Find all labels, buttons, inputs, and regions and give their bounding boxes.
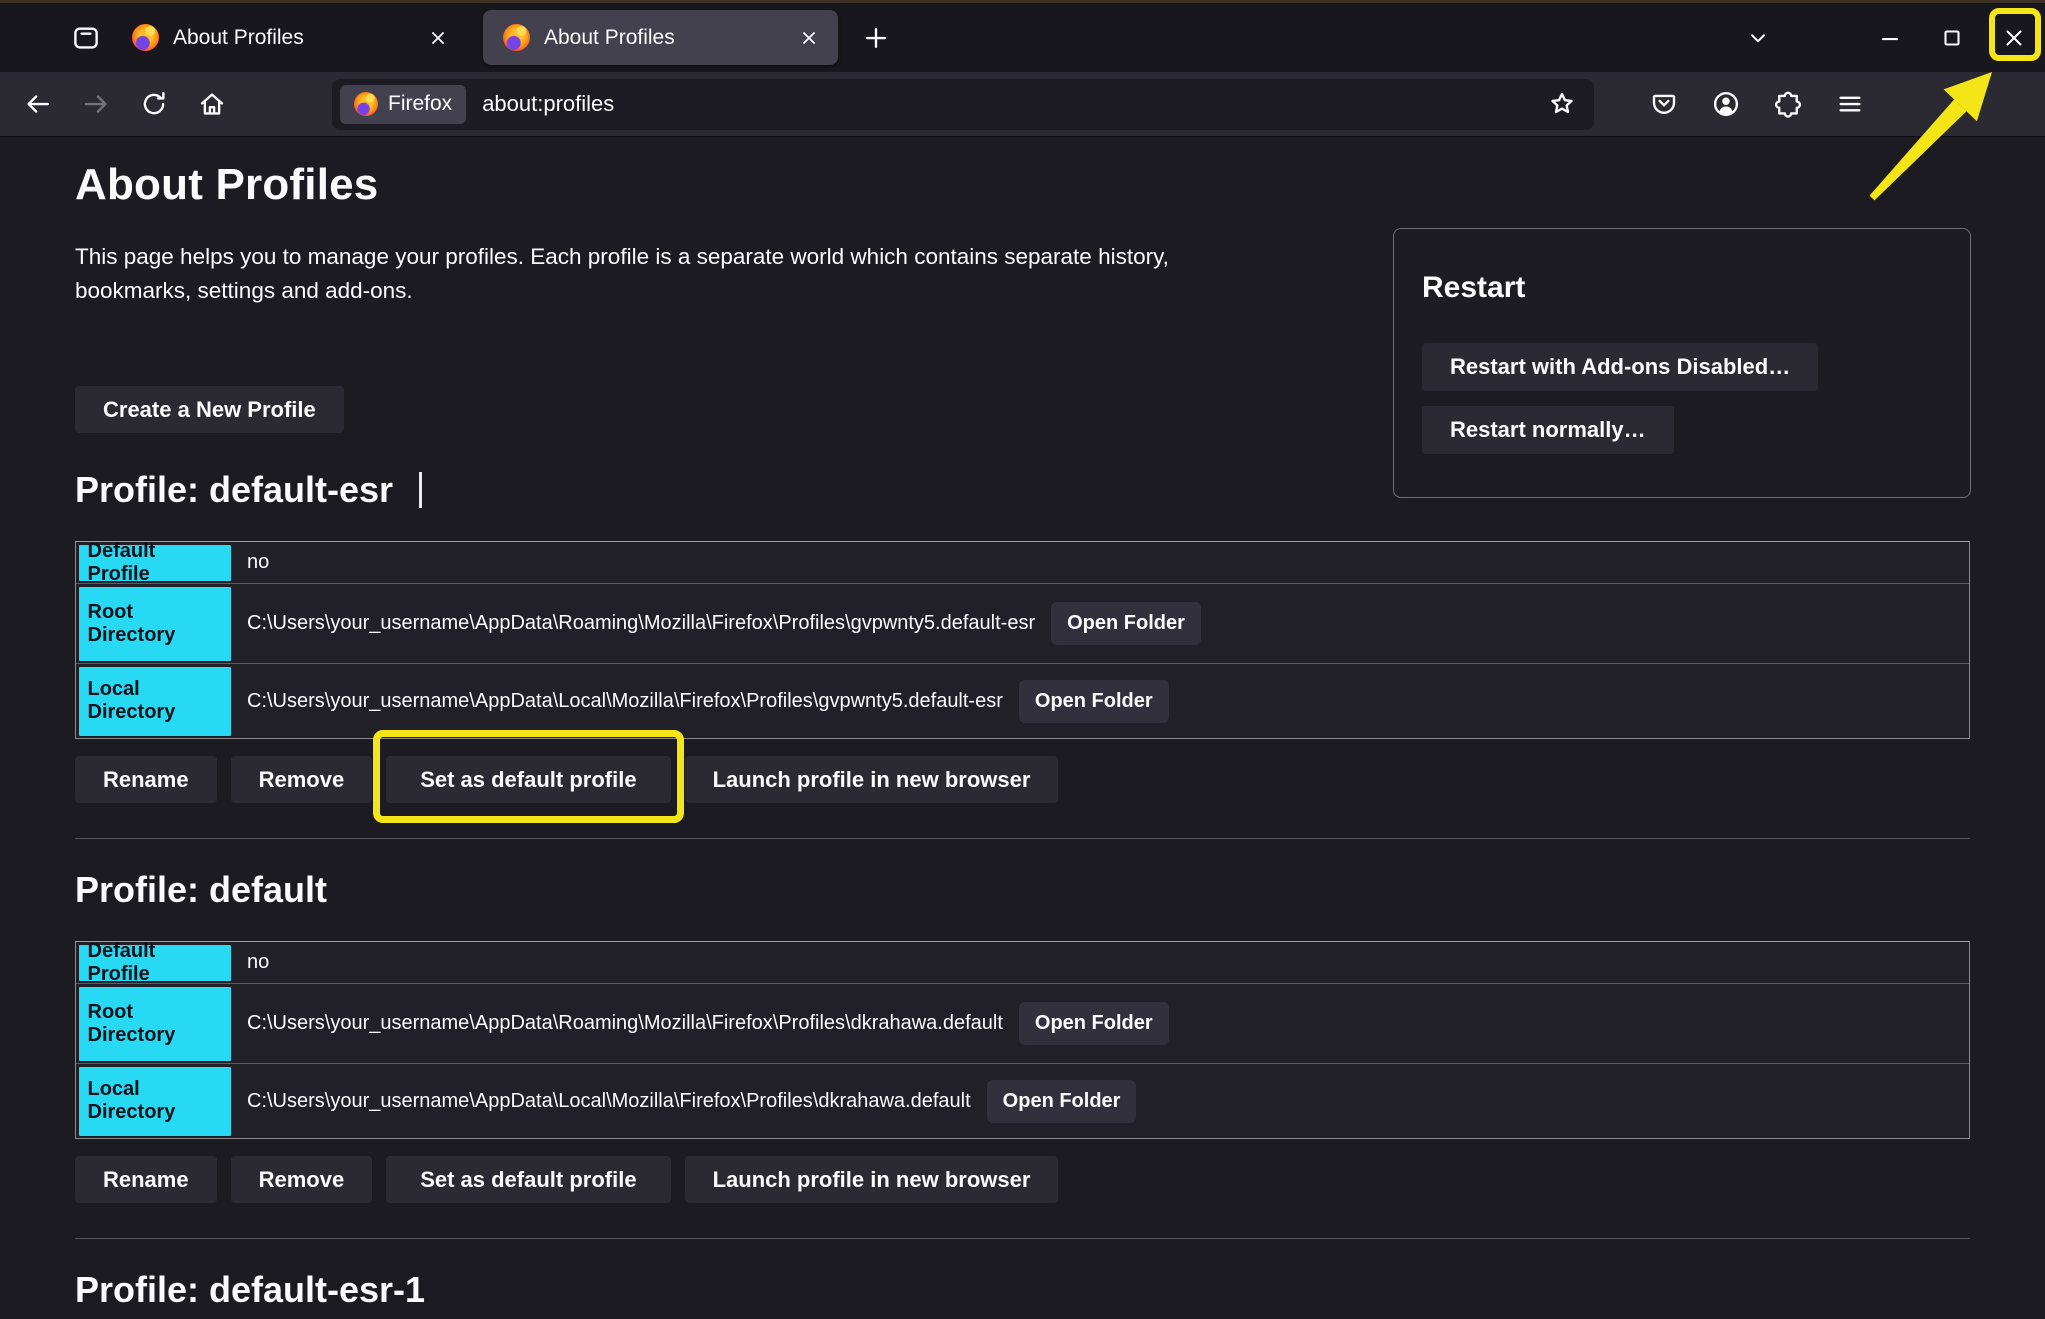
profile-table: Default Profile no Root Directory C:\Use… bbox=[75, 941, 1970, 1139]
profile-actions: Rename Remove Set as default profile Lau… bbox=[75, 1156, 1970, 1203]
back-button[interactable] bbox=[14, 80, 62, 128]
forward-button[interactable] bbox=[72, 80, 120, 128]
table-row: Local Directory C:\Users\your_username\A… bbox=[76, 664, 1969, 738]
section-divider bbox=[75, 1238, 1970, 1239]
identity-label: Firefox bbox=[388, 92, 452, 116]
tab-active[interactable]: About Profiles bbox=[483, 10, 838, 65]
row-value: no bbox=[247, 951, 269, 974]
remove-button[interactable]: Remove bbox=[231, 756, 373, 803]
row-value: C:\Users\your_username\AppData\Roaming\M… bbox=[247, 1012, 1003, 1035]
pocket-button[interactable] bbox=[1640, 80, 1688, 128]
row-label: Root Directory bbox=[79, 587, 231, 661]
star-icon bbox=[1547, 89, 1577, 119]
profile-heading-text: Profile: default-esr-1 bbox=[75, 1269, 425, 1311]
puzzle-icon bbox=[1773, 89, 1803, 119]
restart-panel: Restart Restart with Add-ons Disabled… R… bbox=[1393, 228, 1971, 498]
account-button[interactable] bbox=[1702, 80, 1750, 128]
hamburger-icon bbox=[1835, 89, 1865, 119]
page-title: About Profiles bbox=[75, 160, 1970, 210]
firefox-view-button[interactable] bbox=[60, 12, 112, 64]
window-controls bbox=[1727, 3, 2045, 72]
tab-inactive[interactable]: About Profiles bbox=[112, 3, 467, 72]
profile-table: Default Profile no Root Directory C:\Use… bbox=[75, 541, 1970, 739]
new-tab-button[interactable] bbox=[852, 14, 900, 62]
tab-title: About Profiles bbox=[173, 26, 423, 50]
table-row: Local Directory C:\Users\your_username\A… bbox=[76, 1064, 1969, 1138]
restart-normally-button[interactable]: Restart normally… bbox=[1422, 406, 1674, 454]
tab-title: About Profiles bbox=[544, 26, 794, 50]
back-icon bbox=[23, 89, 53, 119]
profile-heading: Profile: default-esr-1 bbox=[75, 1269, 1970, 1311]
launch-profile-button[interactable]: Launch profile in new browser bbox=[685, 756, 1059, 803]
maximize-button[interactable] bbox=[1921, 3, 1983, 72]
firefox-logo-icon bbox=[503, 24, 530, 51]
pocket-icon bbox=[1649, 89, 1679, 119]
page-intro: This page helps you to manage your profi… bbox=[75, 240, 1275, 308]
list-all-tabs-button[interactable] bbox=[1727, 3, 1789, 72]
rename-button[interactable]: Rename bbox=[75, 1156, 217, 1203]
menu-button[interactable] bbox=[1826, 80, 1874, 128]
reload-button[interactable] bbox=[130, 80, 178, 128]
plus-icon bbox=[861, 23, 891, 53]
minimize-button[interactable] bbox=[1859, 3, 1921, 72]
minimize-icon bbox=[1877, 25, 1903, 51]
close-button[interactable] bbox=[1983, 3, 2045, 72]
restart-addons-disabled-button[interactable]: Restart with Add-ons Disabled… bbox=[1422, 343, 1818, 391]
text-cursor bbox=[419, 472, 422, 508]
row-label: Default Profile bbox=[79, 945, 231, 981]
set-default-profile-button[interactable]: Set as default profile bbox=[386, 756, 670, 803]
profile-actions: Rename Remove Set as default profile Lau… bbox=[75, 756, 1970, 803]
open-folder-button[interactable]: Open Folder bbox=[987, 1080, 1137, 1123]
section-divider bbox=[75, 838, 1970, 839]
tab-bar: About Profiles About Profiles bbox=[0, 3, 2045, 72]
row-label: Local Directory bbox=[79, 1067, 231, 1136]
open-folder-button[interactable]: Open Folder bbox=[1019, 1002, 1169, 1045]
row-label: Default Profile bbox=[79, 545, 231, 581]
forward-icon bbox=[81, 89, 111, 119]
extensions-button[interactable] bbox=[1764, 80, 1812, 128]
table-row: Default Profile no bbox=[76, 942, 1969, 984]
create-profile-button[interactable]: Create a New Profile bbox=[75, 386, 344, 433]
tab-close-icon[interactable] bbox=[423, 23, 453, 53]
open-folder-button[interactable]: Open Folder bbox=[1019, 680, 1169, 723]
table-row: Default Profile no bbox=[76, 542, 1969, 584]
close-icon bbox=[2001, 25, 2027, 51]
chevron-down-icon bbox=[1745, 25, 1771, 51]
row-value: C:\Users\your_username\AppData\Roaming\M… bbox=[247, 612, 1035, 635]
reload-icon bbox=[139, 89, 169, 119]
tab-close-icon[interactable] bbox=[794, 23, 824, 53]
identity-chip[interactable]: Firefox bbox=[340, 85, 466, 124]
profile-heading: Profile: default bbox=[75, 869, 1970, 911]
set-default-profile-button[interactable]: Set as default profile bbox=[386, 1156, 670, 1203]
nav-buttons bbox=[14, 80, 236, 128]
firefox-logo-icon bbox=[132, 24, 159, 51]
row-label: Local Directory bbox=[79, 667, 231, 736]
firefox-view-icon bbox=[71, 23, 101, 53]
account-icon bbox=[1711, 89, 1741, 119]
url-bar[interactable]: Firefox about:profiles bbox=[332, 79, 1594, 130]
profile-heading-text: Profile: default bbox=[75, 869, 327, 911]
browser-window: About Profiles About Profiles bbox=[0, 0, 2045, 1319]
url-text[interactable]: about:profiles bbox=[482, 91, 1538, 117]
restart-title: Restart bbox=[1422, 271, 1942, 305]
profile-heading-text: Profile: default-esr bbox=[75, 469, 393, 511]
navigation-toolbar: Firefox about:profiles bbox=[0, 72, 2045, 137]
row-value: no bbox=[247, 551, 269, 574]
rename-button[interactable]: Rename bbox=[75, 756, 217, 803]
row-value: C:\Users\your_username\AppData\Local\Moz… bbox=[247, 690, 1003, 713]
table-row: Root Directory C:\Users\your_username\Ap… bbox=[76, 584, 1969, 664]
bookmark-star-button[interactable] bbox=[1538, 80, 1586, 128]
row-label: Root Directory bbox=[79, 987, 231, 1061]
table-row: Root Directory C:\Users\your_username\Ap… bbox=[76, 984, 1969, 1064]
launch-profile-button[interactable]: Launch profile in new browser bbox=[685, 1156, 1059, 1203]
home-icon bbox=[197, 89, 227, 119]
firefox-logo-icon bbox=[354, 92, 378, 116]
open-folder-button[interactable]: Open Folder bbox=[1051, 602, 1201, 645]
row-value: C:\Users\your_username\AppData\Local\Moz… bbox=[247, 1090, 971, 1113]
remove-button[interactable]: Remove bbox=[231, 1156, 373, 1203]
home-button[interactable] bbox=[188, 80, 236, 128]
maximize-icon bbox=[1939, 25, 1965, 51]
toolbar-extensions-area bbox=[1640, 80, 1874, 128]
